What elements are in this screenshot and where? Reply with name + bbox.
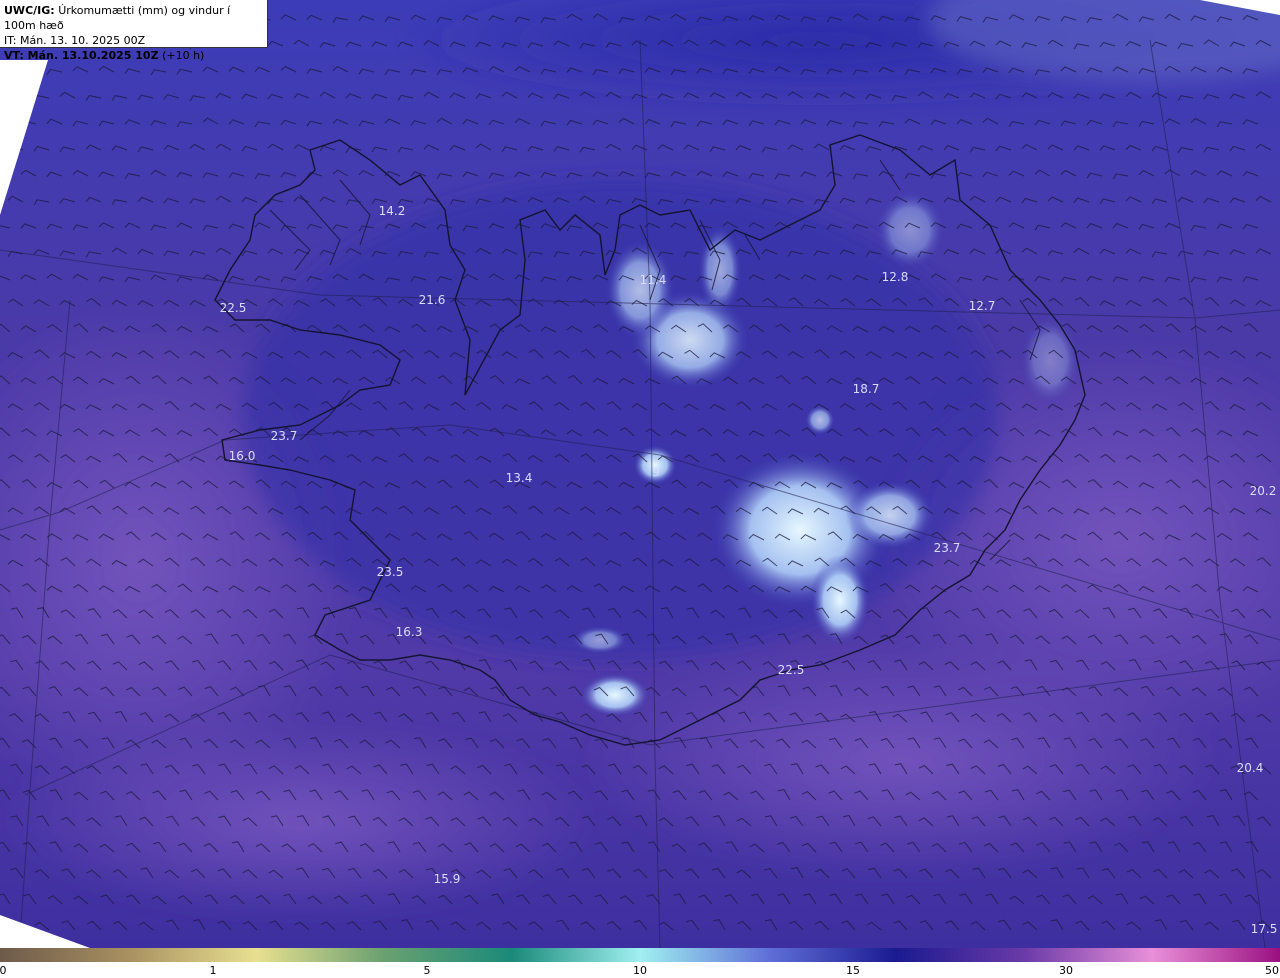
map-info-box: UWC/IG: Úrkomumætti (mm) og vindur í 100… bbox=[0, 0, 268, 62]
value-label-central: 9 bbox=[652, 465, 660, 479]
value-label-west-inland: 13.4 bbox=[506, 471, 533, 485]
title-line: UWC/IG: Úrkomumætti (mm) og vindur í 100… bbox=[4, 3, 263, 33]
colorbar-tick: 10 bbox=[633, 964, 647, 977]
precipitation-map: 14.2 22.5 21.6 11.4 12.8 12.7 18.7 23.7 16.0 13.4… bbox=[0, 0, 1280, 948]
colorbar-tick: 1 bbox=[209, 964, 217, 977]
colorbar-gradient bbox=[0, 948, 1280, 962]
colorbar-tick: 0 bbox=[0, 964, 7, 977]
value-label-reykjanes-north: 23.5 bbox=[377, 565, 404, 579]
colorbar-tick: 15 bbox=[846, 964, 860, 977]
colorbar-tick: 30 bbox=[1059, 964, 1073, 977]
colorbar-tick: 5 bbox=[423, 964, 431, 977]
colorbar-tick: 50 bbox=[1265, 964, 1279, 977]
valid-offset: (+10 h) bbox=[162, 49, 205, 62]
value-label-reykjanes-south: 16.3 bbox=[396, 625, 423, 639]
value-label-northeast: 12.8 bbox=[882, 270, 909, 284]
valid-line: VT: Mán. 13.10.2025 10Z (+10 h) bbox=[4, 48, 263, 63]
value-label-northeast-inland: 18.7 bbox=[853, 382, 880, 396]
value-label-south-coast: 22.5 bbox=[778, 663, 805, 677]
value-label-north-central: 11.4 bbox=[640, 273, 667, 287]
model-label: UWC/IG: bbox=[4, 4, 55, 17]
value-label-snaefellsnes-tip: 16.0 bbox=[229, 449, 256, 463]
colorbar: 0 1 5 10 15 30 50 bbox=[0, 948, 1280, 978]
issue-time: IT: Mán. 13. 10. 2025 00Z bbox=[4, 34, 146, 47]
value-label-east-north: 12.7 bbox=[969, 299, 996, 313]
value-label-snaefellsnes-north: 23.7 bbox=[271, 429, 298, 443]
value-label-southeast: 23.7 bbox=[934, 541, 961, 555]
value-label-westfjords-east: 21.6 bbox=[419, 293, 446, 307]
value-label-westfjords-west: 22.5 bbox=[220, 301, 247, 315]
value-label-far-east: 20.2 bbox=[1250, 484, 1277, 498]
valid-time: VT: Mán. 13.10.2025 10Z bbox=[4, 49, 159, 62]
value-label-ocean-south: 15.9 bbox=[434, 872, 461, 886]
value-label-ocean-corner: 17.5 bbox=[1251, 922, 1278, 936]
value-label-westfjords-north: 14.2 bbox=[379, 204, 406, 218]
value-label-ocean-southeast: 20.4 bbox=[1237, 761, 1264, 775]
